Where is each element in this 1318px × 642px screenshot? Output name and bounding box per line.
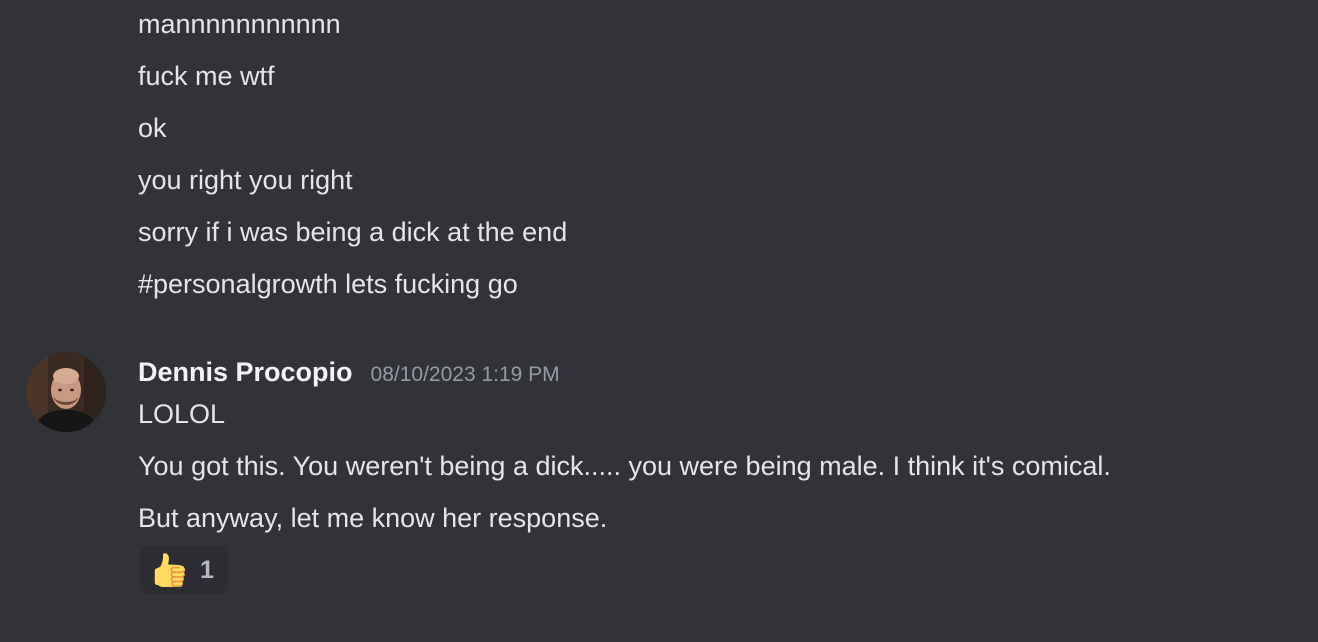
message-line: sorry if i was being a dick at the end	[138, 217, 568, 247]
message-line: ok	[138, 113, 167, 143]
message-line: you right you right	[138, 165, 353, 195]
message-line: fuck me wtf	[138, 61, 275, 91]
message-line: #personalgrowth lets fucking go	[138, 269, 518, 299]
message-line: LOLOL	[138, 399, 226, 429]
timestamp: 08/10/2023 1:19 PM	[370, 363, 560, 386]
reaction-button[interactable]: 1	[140, 546, 228, 594]
username[interactable]: Dennis Procopio	[138, 352, 353, 392]
message-header: Dennis Procopio 08/10/2023 1:19 PM	[138, 352, 560, 392]
message-line: You got this. You weren't being a dick..…	[138, 451, 1111, 481]
avatar[interactable]	[26, 352, 106, 432]
thumbs-up-icon	[154, 553, 186, 587]
message-line: mannnnnnnnnnn	[138, 9, 341, 39]
user-avatar-icon	[26, 352, 106, 432]
chat-message-list: mannnnnnnnnnn fuck me wtf ok you right y…	[0, 0, 1318, 642]
reaction-count: 1	[200, 555, 214, 584]
message-line: But anyway, let me know her response.	[138, 503, 608, 533]
